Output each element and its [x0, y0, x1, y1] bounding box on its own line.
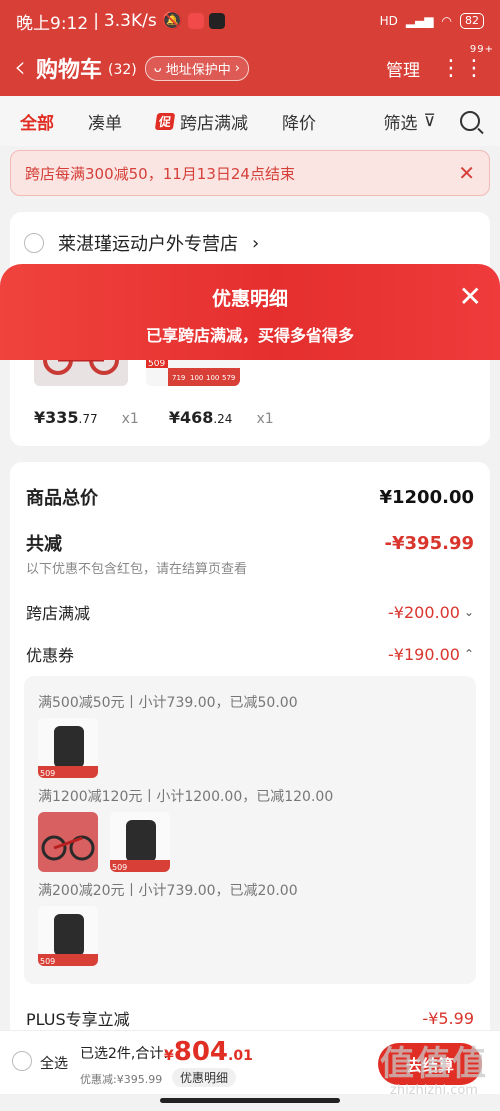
cart-screen: 晚上9:12 | 3.3K/s 🔕 HD ▂▄▆ ◠ 82 ‹ 购物车 (32)…	[0, 0, 500, 1111]
coupon-title: 满500减50元丨小计739.00，已减50.00	[38, 695, 298, 711]
manage-button[interactable]: 管理	[386, 56, 420, 81]
mute-icon: 🔕	[161, 11, 183, 31]
chevron-right-icon: ›	[234, 60, 240, 76]
watermark-logo: 值值值	[380, 1044, 488, 1084]
tab-all[interactable]: 全部	[20, 109, 54, 134]
thumb-price-1: 719	[172, 374, 185, 382]
close-icon[interactable]: ✕	[459, 280, 482, 313]
coupon-label: 优惠券	[26, 646, 75, 665]
battery-icon: 82	[460, 13, 484, 29]
more-menu-button[interactable]: ⋮⋮ 99+	[440, 44, 493, 81]
thumb-price-3: 100	[206, 374, 219, 382]
discount-sheet-header: 优惠明细 已享跨店满减，买得多省得多 ✕	[0, 264, 500, 360]
back-arrow-icon[interactable]: ‹	[14, 53, 26, 83]
watermark-url: zhizhizhi.com	[390, 1083, 478, 1098]
item-price-decimal: .24	[213, 412, 233, 426]
reduce-row: 共减 -¥395.99	[26, 530, 474, 556]
coupon-breakdown: 满500减50元丨小计739.00，已减50.00 509 满1200减120元…	[24, 676, 476, 984]
coupon-row[interactable]: 优惠券 -¥190.00 ⌃	[26, 642, 474, 666]
promo-notice-text: 跨店每满300减50，11月13日24点结束	[25, 164, 295, 183]
svg-text:509: 509	[112, 863, 127, 872]
discount-detail-button[interactable]: 优惠明细	[172, 1068, 237, 1087]
signal-icon: HD	[379, 14, 398, 28]
select-all-label[interactable]: 全选	[40, 1053, 68, 1073]
discount-summary: 优惠减:¥395.99	[80, 1073, 163, 1086]
sheet-subtitle: 已享跨店满减，买得多省得多	[145, 326, 354, 345]
discount-note: 以下优惠不包含红包，请在结算页查看	[26, 562, 248, 577]
product-thumb-jacket[interactable]: 509	[110, 812, 170, 872]
reduce-value: -¥395.99	[384, 532, 474, 554]
more-badge: 99+	[469, 43, 494, 55]
tab-price-drop[interactable]: 降价	[282, 109, 316, 134]
app-notification-icon	[187, 13, 204, 29]
total-value: ¥1200.00	[379, 486, 474, 508]
top-bar: 晚上9:12 | 3.3K/s 🔕 HD ▂▄▆ ◠ 82 ‹ 购物车 (32)…	[0, 0, 500, 96]
total-price: ¥ 804 .01	[164, 1037, 253, 1067]
cross-store-value: -¥200.00	[388, 602, 460, 622]
cell-bars-icon: ▂▄▆	[405, 14, 434, 28]
total-label: 商品总价	[26, 488, 98, 509]
filter-button[interactable]: 筛选 ⊽	[384, 109, 436, 134]
cart-count: (32)	[108, 62, 137, 78]
status-time: 晚上9:12	[16, 13, 89, 34]
page-header: ‹ 购物车 (32) ᴗ 地址保护中 › 管理 ⋮⋮ 99+	[0, 42, 500, 94]
filter-icon: ⊽	[423, 111, 436, 131]
coupon-value: -¥190.00	[388, 644, 460, 664]
thumb-price-4: 579	[222, 374, 235, 382]
product-thumb-bike[interactable]	[38, 812, 98, 872]
tab-cross-store[interactable]: 促 跨店满减	[154, 109, 248, 134]
close-icon[interactable]: ✕	[458, 161, 475, 185]
item-price: ¥335	[34, 408, 79, 427]
shield-icon: ᴗ	[153, 60, 162, 76]
plus-label: PLUS专享立减	[26, 1010, 130, 1029]
status-speed: 3.3K/s	[103, 11, 157, 31]
chevron-right-icon: ›	[252, 232, 260, 254]
total-row: 商品总价 ¥1200.00	[26, 484, 474, 510]
coupon-title: 满200减20元丨小计739.00，已减20.00	[38, 883, 298, 899]
thumb-price-2: 100	[190, 374, 203, 382]
watermark: 值值值 zhizhizhi.com	[380, 1036, 488, 1098]
capcut-icon	[208, 13, 225, 29]
coupon-items: 509	[38, 718, 98, 778]
coupon-title: 满1200减120元丨小计1200.00，已减120.00	[38, 789, 334, 805]
svg-text:509: 509	[40, 769, 55, 778]
thumb-tag: 509	[148, 359, 165, 369]
coupon-items: 509	[38, 906, 98, 966]
shop-name: 莱湛瑾运动户外专营店	[58, 234, 238, 255]
shop-prices: ¥335 .77 x1 ¥468 .24 x1	[34, 408, 304, 427]
plus-value: -¥5.99	[422, 1008, 474, 1028]
coupon-items: 509	[38, 812, 170, 872]
sheet-title: 优惠明细	[211, 288, 288, 310]
chevron-up-icon: ⌃	[463, 647, 474, 661]
selected-summary: 已选2件,合计:	[80, 1046, 169, 1062]
item-price-decimal: .77	[78, 412, 98, 426]
chevron-down-icon: ⌄	[463, 605, 474, 619]
search-icon[interactable]	[460, 111, 480, 131]
more-dots-icon: ⋮⋮	[440, 55, 486, 81]
status-bar: 晚上9:12 | 3.3K/s 🔕 HD ▂▄▆ ◠ 82	[0, 0, 500, 42]
item-qty: x1	[121, 411, 139, 427]
discount-detail-card: 商品总价 ¥1200.00 共减 -¥395.99 以下优惠不包含红包，请在结算…	[10, 462, 490, 1042]
promo-notice: 跨店每满300减50，11月13日24点结束 ✕	[10, 150, 490, 196]
reduce-label: 共减	[26, 534, 62, 555]
shop-header[interactable]: 莱湛瑾运动户外专营店 ›	[24, 230, 259, 256]
shop-select-radio[interactable]	[24, 233, 44, 253]
cross-store-label: 跨店满减	[26, 604, 91, 623]
tab-bundle[interactable]: 凑单	[88, 109, 122, 134]
product-thumb-jacket[interactable]: 509	[38, 906, 98, 966]
home-indicator[interactable]	[160, 1098, 340, 1103]
item-price: ¥468	[168, 408, 214, 427]
cart-tabs: 全部 凑单 促 跨店满减 降价 筛选 ⊽	[0, 96, 500, 146]
cross-store-row[interactable]: 跨店满减 -¥200.00 ⌄	[26, 600, 474, 624]
page-title: 购物车	[36, 58, 103, 83]
promo-badge: 促	[154, 112, 176, 130]
wifi-icon: ◠	[441, 14, 452, 28]
item-qty: x1	[256, 411, 274, 427]
svg-text:509: 509	[40, 957, 55, 966]
product-thumb-jacket[interactable]: 509	[38, 718, 98, 778]
select-all-radio[interactable]	[12, 1051, 32, 1071]
plus-row: PLUS专享立减 -¥5.99	[26, 1006, 474, 1030]
address-protect-badge[interactable]: ᴗ 地址保护中 ›	[144, 55, 249, 81]
